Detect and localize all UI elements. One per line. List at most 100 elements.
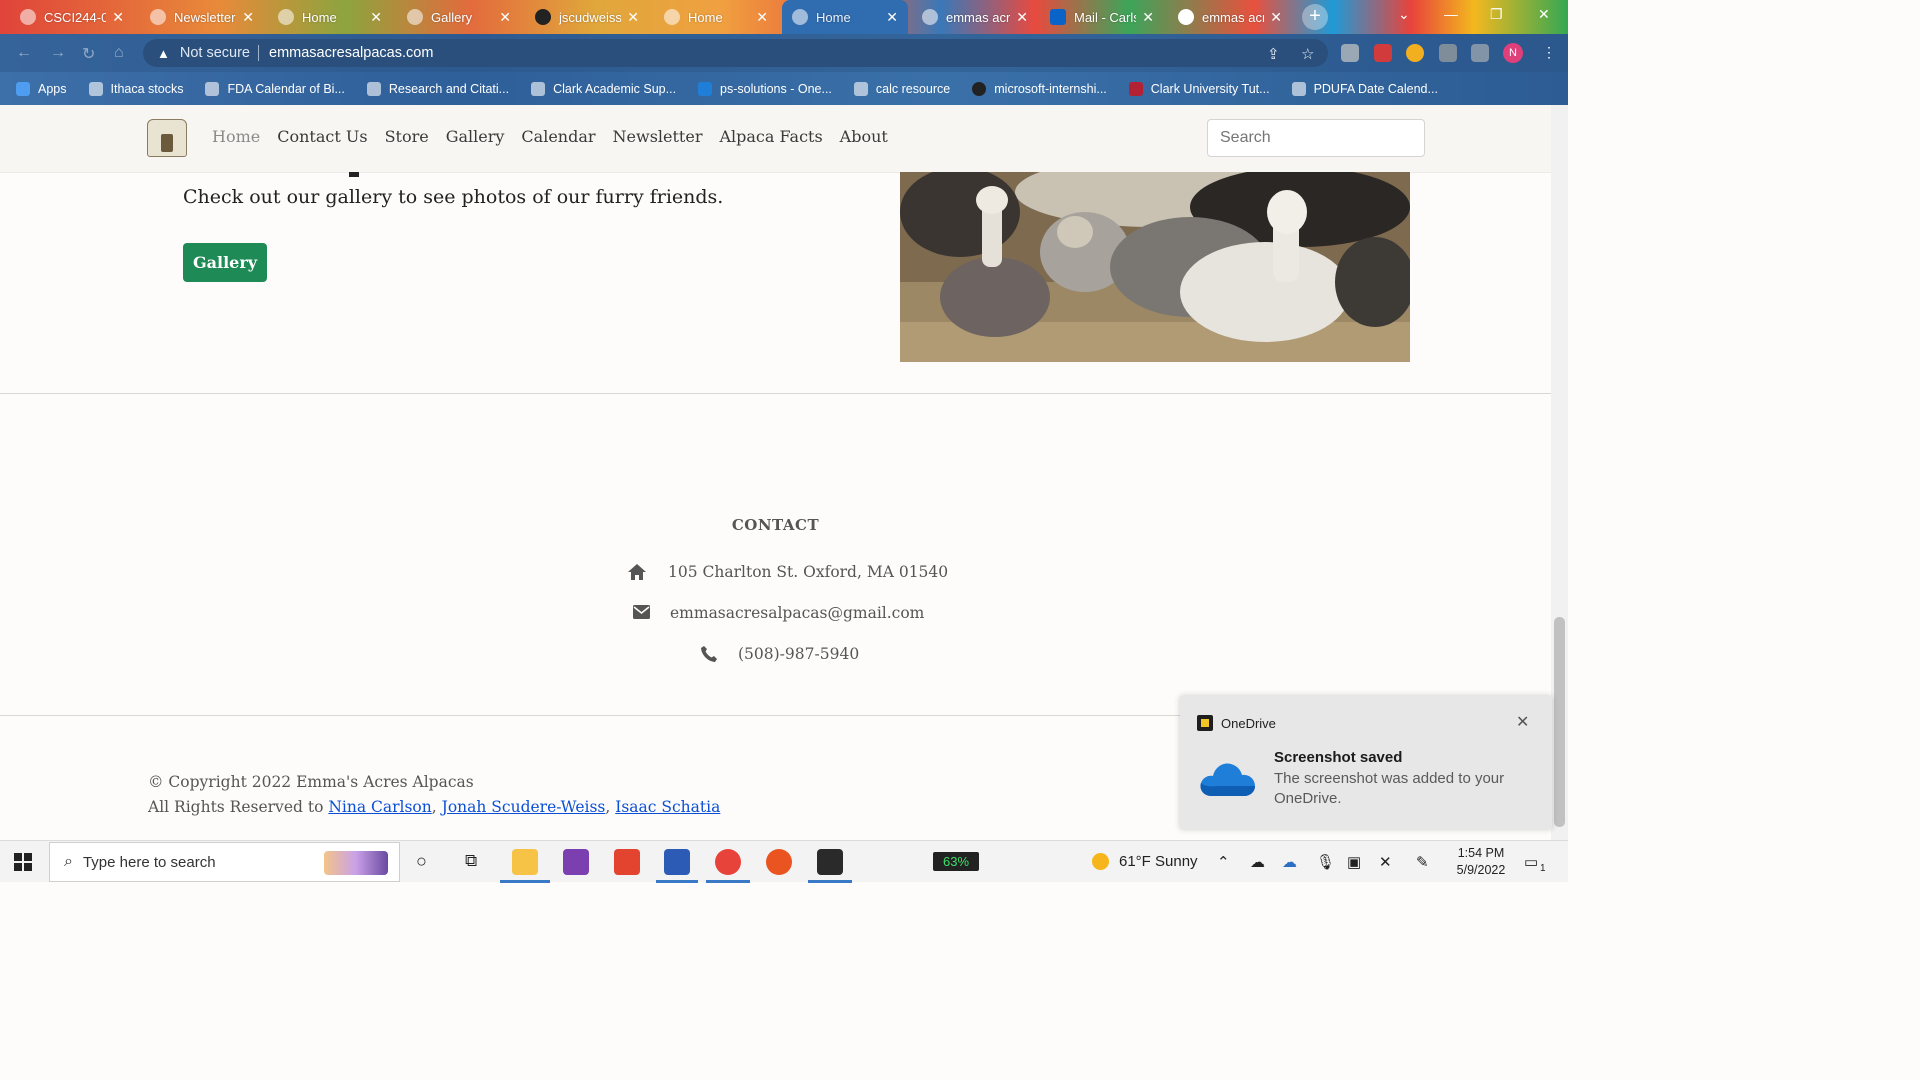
- word-icon[interactable]: [664, 849, 690, 875]
- office-icon[interactable]: [614, 849, 640, 875]
- address-bar-row: ← → ↻ ⌂ ▲ Not secure emmasacresalpacas.c…: [0, 34, 1568, 72]
- author-link[interactable]: Isaac Schatia: [615, 798, 720, 816]
- nav-newsletter[interactable]: Newsletter: [613, 127, 703, 146]
- tab-home[interactable]: Home ✕: [268, 0, 392, 34]
- bookmark-item[interactable]: Clark University Tut...: [1128, 81, 1270, 96]
- nav-alpaca-facts[interactable]: Alpaca Facts: [719, 127, 822, 146]
- nav-about[interactable]: About: [840, 127, 888, 146]
- new-tab-button[interactable]: +: [1302, 4, 1328, 30]
- taskbar-search-box[interactable]: ⌕ Type here to search: [49, 842, 400, 882]
- close-icon[interactable]: ✕: [756, 9, 768, 26]
- home-icon: [627, 563, 647, 586]
- notification-center-icon[interactable]: ▭: [1524, 853, 1538, 871]
- bookmark-star-icon[interactable]: ☆: [1301, 45, 1314, 63]
- reload-icon[interactable]: ↻: [82, 44, 95, 64]
- scrollbar-thumb[interactable]: [1554, 617, 1565, 827]
- display-icon[interactable]: ▣: [1347, 853, 1361, 871]
- tab-home-2[interactable]: Home ✕: [654, 0, 778, 34]
- window-close-icon[interactable]: ✕: [1538, 6, 1550, 23]
- network-icon[interactable]: ☁: [1282, 853, 1297, 871]
- bookmark-item[interactable]: Research and Citati...: [366, 81, 509, 96]
- close-icon[interactable]: ✕: [499, 9, 511, 26]
- bookmark-item[interactable]: microsoft-internshi...: [972, 81, 1107, 96]
- rights-line: All Rights Reserved to Nina Carlson, Jon…: [148, 798, 721, 816]
- close-icon[interactable]: ✕: [112, 9, 124, 26]
- close-icon[interactable]: ✕: [242, 9, 254, 26]
- omnibox[interactable]: ▲ Not secure emmasacresalpacas.com ⇪ ☆: [143, 39, 1328, 67]
- tab-google-search[interactable]: emmas acr ✕: [1168, 0, 1292, 34]
- onedrive-notification[interactable]: OneDrive ✕ Screenshot saved The screensh…: [1180, 696, 1552, 829]
- microphone-icon[interactable]: 🎙: [1316, 853, 1335, 871]
- profile-avatar[interactable]: N: [1503, 43, 1523, 63]
- tab-csci244[interactable]: CSCI244-01✕: [10, 0, 134, 34]
- bookmark-item[interactable]: ps-solutions - One...: [698, 81, 832, 96]
- close-icon[interactable]: ✕: [886, 9, 898, 26]
- forward-icon[interactable]: →: [50, 44, 66, 62]
- bookmark-item[interactable]: Ithaca stocks: [88, 81, 183, 96]
- task-view-icon[interactable]: ⧉: [465, 851, 477, 871]
- nav-home[interactable]: Home: [212, 127, 260, 146]
- nav-contact-us[interactable]: Contact Us: [277, 127, 367, 146]
- close-icon[interactable]: ✕: [370, 9, 382, 26]
- close-icon[interactable]: ✕: [1516, 712, 1529, 732]
- nav-calendar[interactable]: Calendar: [521, 127, 595, 146]
- browser-chrome: CSCI244-01✕ Newsletter✕ Home✕ Gallery✕ j…: [0, 0, 1568, 105]
- tab-gallery[interactable]: Gallery ✕: [397, 0, 521, 34]
- home-icon[interactable]: ⌂: [114, 44, 124, 62]
- chevron-up-icon[interactable]: ⌃: [1217, 853, 1230, 871]
- tab-github[interactable]: jscudweiss/✕: [525, 0, 649, 34]
- tab-mail[interactable]: Mail - Carls ✕: [1040, 0, 1164, 34]
- ubuntu-icon[interactable]: [766, 849, 792, 875]
- windows-start-icon[interactable]: [14, 853, 32, 871]
- outlook-icon: [1050, 9, 1066, 25]
- tab-home-active[interactable]: Home ✕: [782, 0, 908, 34]
- onenote-icon[interactable]: [563, 849, 589, 875]
- site-logo[interactable]: [147, 119, 187, 157]
- battery-widget[interactable]: 63%: [933, 852, 979, 871]
- bookmark-item[interactable]: FDA Calendar of Bi...: [205, 81, 345, 96]
- puzzle-icon[interactable]: [1439, 44, 1457, 62]
- security-label[interactable]: Not secure: [180, 45, 250, 61]
- minimize-icon[interactable]: —: [1444, 6, 1458, 22]
- onedrive-tray-icon[interactable]: ☁: [1250, 853, 1265, 871]
- chrome-icon[interactable]: [715, 849, 741, 875]
- tab-newsletter[interactable]: Newsletter ✕: [140, 0, 264, 34]
- copyright-text: © Copyright 2022 Emma's Acres Alpacas: [148, 773, 474, 791]
- extension-icon[interactable]: [1374, 44, 1392, 62]
- sun-icon: [1092, 853, 1109, 870]
- warning-icon[interactable]: ▲: [157, 46, 170, 61]
- taskbar-clock[interactable]: 1:54 PM 5/9/2022: [1455, 845, 1507, 879]
- sticky-notes-icon[interactable]: [817, 849, 843, 875]
- tab-emmas-acres[interactable]: emmas acre✕: [912, 0, 1038, 34]
- file-explorer-icon[interactable]: [512, 849, 538, 875]
- restore-icon[interactable]: ❐: [1490, 6, 1503, 23]
- volume-muted-icon[interactable]: ✕: [1379, 853, 1392, 871]
- tab-search-icon[interactable]: ⌄: [1398, 6, 1410, 23]
- close-icon[interactable]: ✕: [1016, 9, 1028, 26]
- page-scrollbar[interactable]: [1551, 105, 1568, 840]
- pen-icon[interactable]: ✎: [1416, 853, 1429, 871]
- footer-copyright: © Copyright 2022 Emma's Acres Alpacas Al…: [148, 770, 720, 820]
- bookmark-item[interactable]: Clark Academic Sup...: [531, 81, 676, 96]
- gallery-button[interactable]: Gallery: [183, 243, 267, 282]
- cortana-icon[interactable]: ○: [416, 851, 427, 872]
- share-icon[interactable]: ⇪: [1267, 45, 1280, 63]
- author-link[interactable]: Jonah Scudere-Weiss: [442, 798, 606, 816]
- bookmark-item[interactable]: calc resource: [853, 81, 950, 96]
- author-link[interactable]: Nina Carlson: [328, 798, 431, 816]
- bookmark-item[interactable]: PDUFA Date Calend...: [1291, 81, 1438, 96]
- back-icon[interactable]: ←: [16, 44, 32, 62]
- extension-icon[interactable]: [1406, 44, 1424, 62]
- close-icon[interactable]: ✕: [627, 9, 639, 26]
- bookmark-apps[interactable]: Apps: [16, 81, 67, 96]
- url-text[interactable]: emmasacresalpacas.com: [269, 45, 433, 61]
- nav-store[interactable]: Store: [385, 127, 429, 146]
- close-icon[interactable]: ✕: [1270, 9, 1282, 26]
- search-input[interactable]: [1207, 119, 1425, 157]
- menu-icon[interactable]: ⋮: [1542, 44, 1556, 61]
- extension-icon[interactable]: [1341, 44, 1359, 62]
- sidebar-icon[interactable]: [1471, 44, 1489, 62]
- nav-gallery[interactable]: Gallery: [446, 127, 505, 146]
- weather-widget[interactable]: 61°F Sunny: [1092, 853, 1198, 870]
- close-icon[interactable]: ✕: [1142, 9, 1154, 26]
